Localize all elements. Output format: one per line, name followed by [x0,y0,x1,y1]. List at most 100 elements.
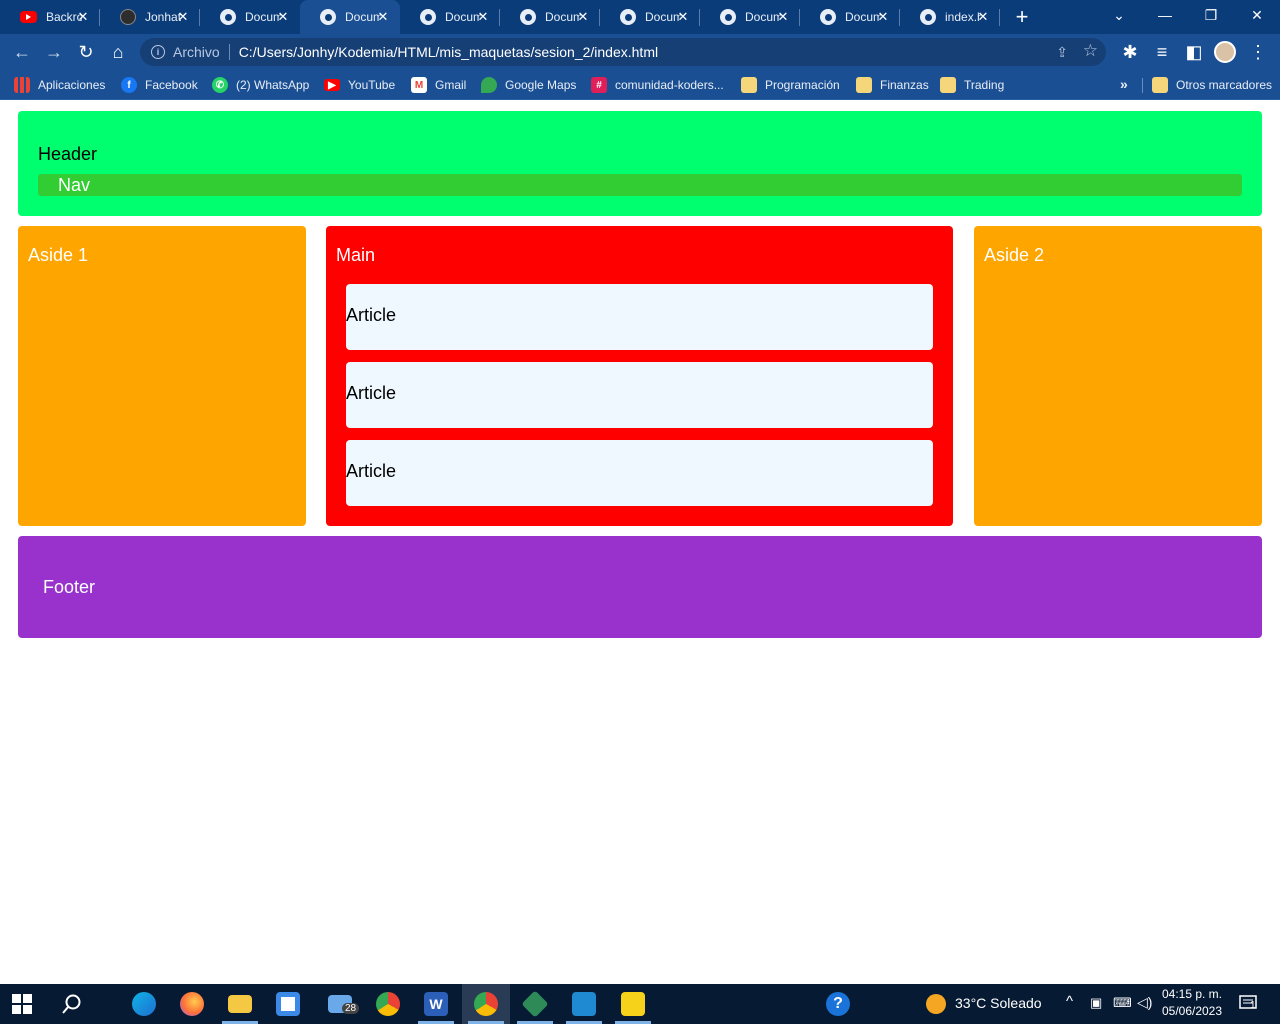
chrome-icon[interactable] [364,984,412,1024]
bookmark-label: Gmail [435,78,467,92]
restore-button[interactable]: ❐ [1188,0,1234,30]
tab-8[interactable]: Docum ✕ [800,0,900,34]
help-icon[interactable]: ? [814,984,862,1024]
extensions-puzzle-icon[interactable]: ✱ [1118,40,1142,64]
header-label: Header [38,144,98,164]
tab-7[interactable]: Docum ✕ [700,0,800,34]
bookmark-trading[interactable]: Trading [940,76,1004,94]
show-hidden-icons-chevron-icon[interactable]: ^ [1066,993,1073,1010]
article-label: Article [346,461,397,481]
bookmark-youtube[interactable]: ▶ YouTube [324,76,395,94]
browser-toolbar: ← → ↻ ⌂ i Archivo C:/Users/Jonhy/Kodemia… [0,34,1280,70]
bookmark-finanzas[interactable]: Finanzas [856,76,929,94]
bookmark-gmail[interactable]: M Gmail [411,76,466,94]
bookmark-whatsapp[interactable]: ✆ (2) WhatsApp [212,76,309,94]
new-tab-button[interactable]: + [1000,0,1044,34]
main-label: Main [336,245,376,265]
slack-icon: # [591,77,607,93]
tab-2[interactable]: Docum ✕ [200,0,300,34]
tab-6[interactable]: Docum ✕ [600,0,700,34]
folder-icon [741,77,757,93]
tab-3-active[interactable]: Docum ✕ [300,0,400,34]
close-tab-icon[interactable]: ✕ [376,10,390,24]
reload-icon[interactable]: ↻ [74,40,98,64]
mail-icon[interactable]: 28 [316,984,364,1024]
gmail-icon: M [411,77,427,93]
back-arrow-icon[interactable]: ← [10,40,34,64]
maps-pin-icon [481,77,497,93]
bookmark-comunidad-koders[interactable]: # comunidad-koders... [591,76,724,94]
weather-sun-icon[interactable] [912,984,960,1024]
bookmark-google-maps[interactable]: Google Maps [481,76,576,94]
bookmark-star-icon[interactable]: ☆ [1083,41,1098,61]
close-tab-icon[interactable]: ✕ [476,10,490,24]
file-explorer-icon[interactable] [216,984,264,1024]
close-tab-icon[interactable]: ✕ [76,10,90,24]
youtube-icon: ▶ [324,79,340,91]
url-text[interactable]: C:/Users/Jonhy/Kodemia/HTML/mis_maquetas… [239,44,658,60]
meet-now-icon[interactable]: ▣ [1090,995,1102,1011]
windows-start-icon[interactable] [12,994,32,1014]
footer-label: Footer [43,577,96,597]
tab-1[interactable]: Jonhat ✕ [100,0,200,34]
close-tab-icon[interactable]: ✕ [876,10,890,24]
volume-icon[interactable]: ◁) [1137,994,1152,1011]
share-icon[interactable]: ⇪ [1056,44,1068,61]
github-icon [120,9,136,25]
microsoft-store-icon[interactable] [264,984,312,1024]
bookmark-otros-marcadores[interactable]: Otros marcadores [1152,76,1272,94]
globe-icon [320,9,336,25]
network-icon[interactable]: ⌨ [1113,995,1132,1011]
globe-icon [420,9,436,25]
close-tab-icon[interactable]: ✕ [576,10,590,24]
notifications-icon[interactable]: 1 [1238,994,1258,1012]
aside-2-label: Aside 2 [984,245,1045,265]
bookmark-facebook[interactable]: f Facebook [121,76,198,94]
more-bookmarks-chevron-icon[interactable]: » [1120,76,1128,92]
weather-text[interactable]: 33°C Soleado [955,995,1042,1011]
layout-main: Main Article Article Article [326,226,953,526]
bookmark-apps[interactable]: Aplicaciones [14,76,105,94]
firefox-icon[interactable] [168,984,216,1024]
site-info-icon[interactable]: i [151,45,165,59]
sticky-notes-icon[interactable] [609,984,657,1024]
git-kraken-icon[interactable] [511,984,559,1024]
bookmark-label: Trading [964,78,1005,92]
bookmarks-bar: Aplicaciones f Facebook ✆ (2) WhatsApp ▶… [0,70,1280,100]
bookmark-label: Google Maps [505,78,577,92]
layout-header: Header Nav [18,111,1262,216]
tab-4[interactable]: Docum ✕ [400,0,500,34]
bookmark-label: YouTube [348,78,396,92]
chrome-profile-icon[interactable] [462,984,510,1024]
close-tab-icon[interactable]: ✕ [676,10,690,24]
tab-0[interactable]: Backro ✕ [0,0,100,34]
tab-strip: Backro ✕ Jonhat ✕ Docum ✕ Docum ✕ Docum … [0,0,1280,34]
tab-5[interactable]: Docum ✕ [500,0,600,34]
side-panel-icon[interactable]: ◧ [1182,40,1206,64]
close-window-button[interactable]: ✕ [1234,0,1280,30]
divider [1142,78,1143,93]
article-label: Article [346,383,397,403]
bookmark-programacion[interactable]: Programación [741,76,840,94]
edge-browser-icon[interactable] [120,984,168,1024]
vscode-icon[interactable] [560,984,608,1024]
search-icon[interactable] [48,984,96,1024]
word-icon[interactable]: W [412,984,460,1024]
close-tab-icon[interactable]: ✕ [776,10,790,24]
clock[interactable]: 04:15 p. m. 05/06/2023 [1160,986,1224,1020]
forward-arrow-icon[interactable]: → [42,40,66,64]
close-tab-icon[interactable]: ✕ [276,10,290,24]
close-tab-icon[interactable]: ✕ [176,10,190,24]
minimize-button[interactable]: — [1142,0,1188,30]
home-icon[interactable]: ⌂ [106,40,130,64]
media-queue-icon[interactable]: ≡ [1150,40,1174,64]
tab-search-chevron-icon[interactable]: ⌄ [1096,0,1142,30]
apps-grid-icon [14,77,30,93]
address-bar[interactable]: i Archivo C:/Users/Jonhy/Kodemia/HTML/mi… [140,38,1106,66]
globe-icon [920,9,936,25]
tab-9[interactable]: index.h ✕ [900,0,1000,34]
close-tab-icon[interactable]: ✕ [976,10,990,24]
layout-footer: Footer [18,536,1262,638]
menu-kebab-icon[interactable]: ⋮ [1246,40,1270,64]
profile-avatar[interactable] [1214,41,1236,63]
